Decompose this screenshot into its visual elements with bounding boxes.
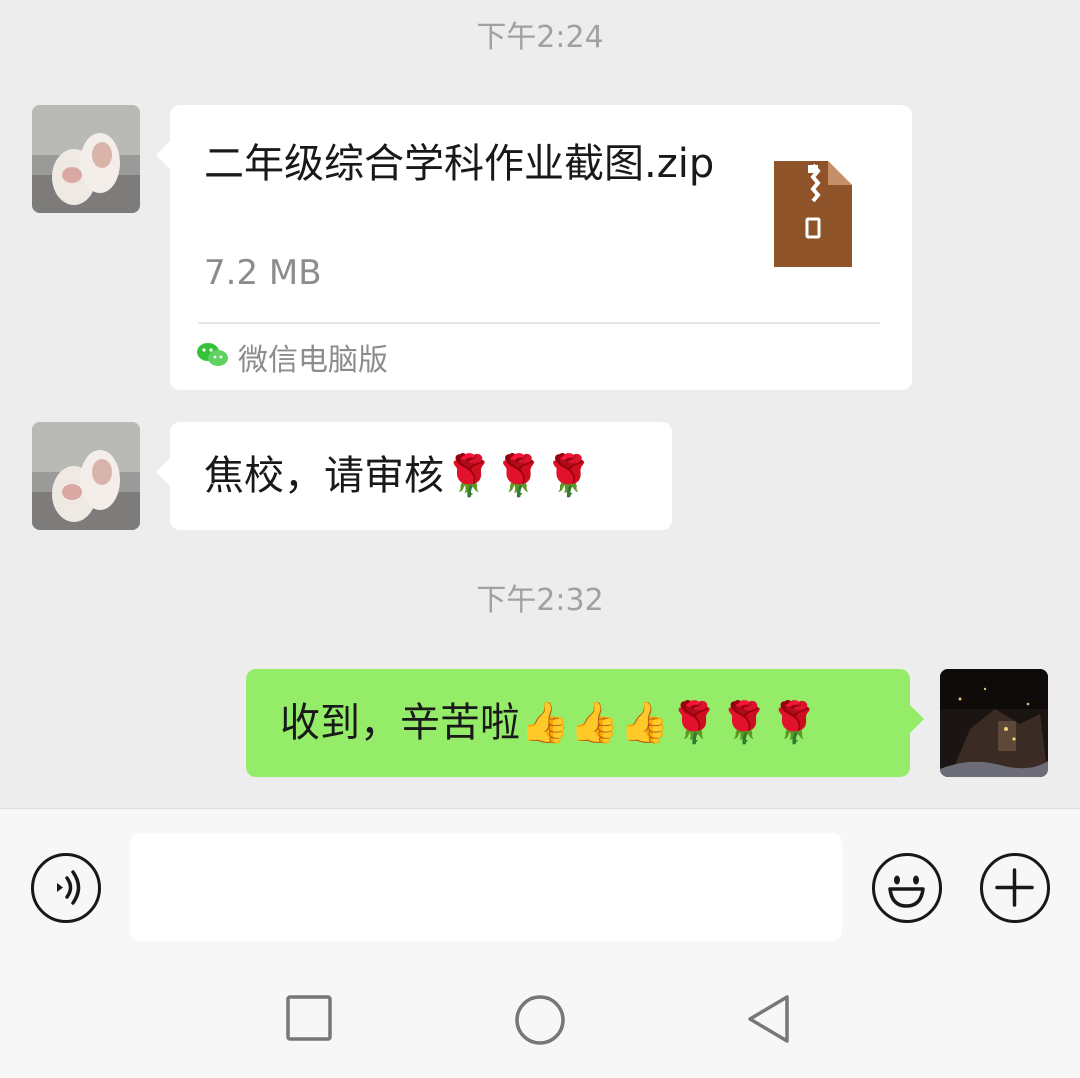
emoji-button[interactable] <box>872 853 942 923</box>
source-label: 微信电脑版 <box>238 343 388 378</box>
text-message[interactable]: 焦校，请审核🌹🌹🌹 <box>156 422 672 530</box>
file-name: 二年级综合学科作业截图.zip <box>204 141 715 187</box>
wechat-icon <box>196 341 230 373</box>
square-icon <box>286 995 332 1041</box>
card-source: 微信电脑版 <box>196 335 388 379</box>
circle-icon <box>515 995 565 1045</box>
timestamp: 下午2:24 <box>476 20 604 55</box>
emoji-icon <box>888 875 925 908</box>
file-message-card[interactable]: 二年级综合学科作业截图.zip 7.2 MB 微信电脑版 <box>156 105 912 390</box>
voice-icon <box>57 870 81 905</box>
contact-avatar[interactable] <box>32 105 140 213</box>
input-bar <box>0 808 1080 969</box>
card-divider <box>198 322 880 324</box>
triangle-back-icon <box>748 995 789 1043</box>
message-text: 焦校，请审核🌹🌹🌹 <box>204 453 594 499</box>
zip-file-icon <box>774 161 852 271</box>
plus-button[interactable] <box>980 853 1050 923</box>
my-text-message[interactable]: 收到，辛苦啦👍👍👍🌹🌹🌹 <box>246 669 924 777</box>
home-button[interactable] <box>514 992 566 1050</box>
system-navigation-bar <box>0 968 1080 1078</box>
voice-button[interactable] <box>31 853 101 923</box>
my-avatar[interactable] <box>940 669 1048 777</box>
message-input[interactable] <box>130 833 842 941</box>
file-size: 7.2 MB <box>204 253 322 293</box>
back-button[interactable] <box>745 992 793 1050</box>
message-text: 收到，辛苦啦👍👍👍🌹🌹🌹 <box>280 700 819 746</box>
contact-avatar[interactable] <box>32 422 140 530</box>
plus-icon <box>995 868 1034 907</box>
recent-apps-button[interactable] <box>286 992 332 1046</box>
timestamp: 下午2:32 <box>476 583 604 618</box>
